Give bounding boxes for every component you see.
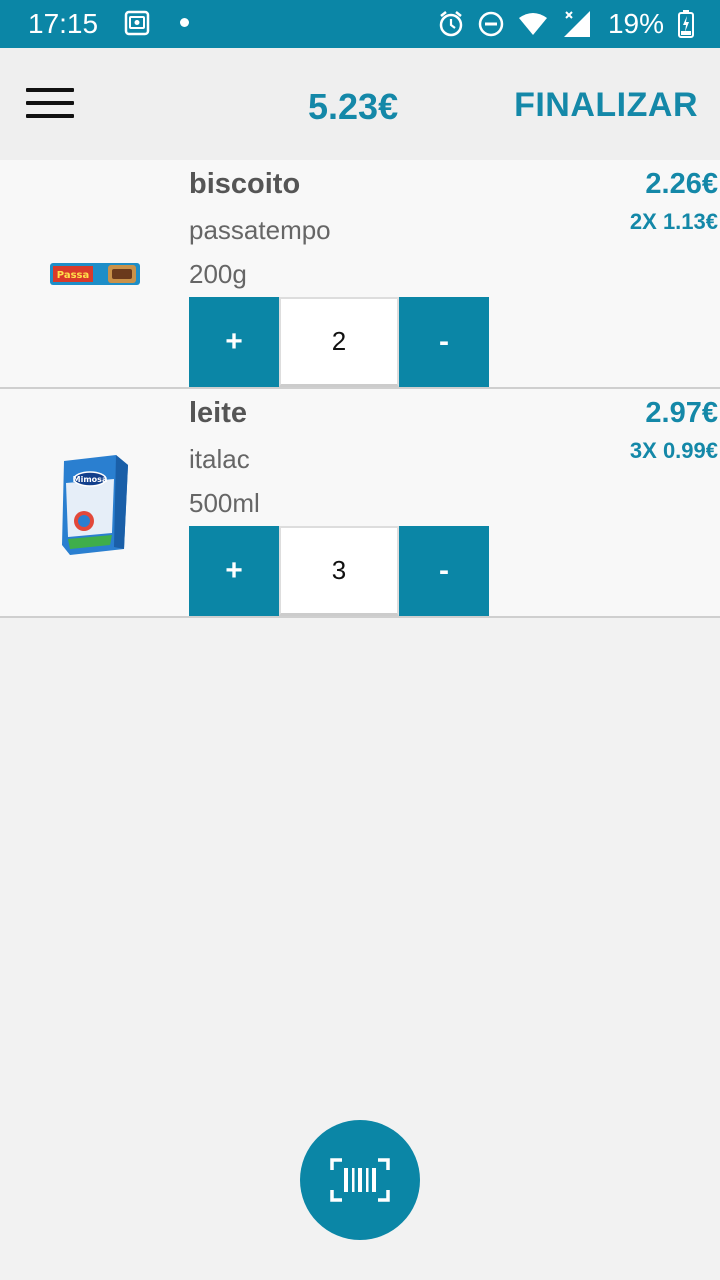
app-bar: 5.23€ FINALIZAR bbox=[0, 48, 720, 160]
barcode-scan-icon bbox=[330, 1158, 390, 1202]
quantity-stepper: + 3 - bbox=[189, 526, 489, 616]
item-total-price: 2.97€ bbox=[645, 397, 718, 429]
finalize-button[interactable]: FINALIZAR bbox=[514, 86, 698, 125]
item-name: biscoito bbox=[189, 168, 301, 200]
decrease-quantity-button[interactable]: - bbox=[399, 526, 489, 616]
screenshot-icon bbox=[124, 10, 150, 36]
status-icons: 19% bbox=[438, 8, 694, 40]
svg-text:Passa: Passa bbox=[57, 270, 89, 281]
status-time: 17:15 bbox=[28, 8, 99, 39]
list-item: Passa biscoito passatempo 200g 2.26€ 2X … bbox=[0, 160, 720, 389]
quantity-field[interactable]: 2 bbox=[279, 297, 399, 387]
cart-list: Passa biscoito passatempo 200g 2.26€ 2X … bbox=[0, 160, 720, 618]
milk-carton-image: Mimosa bbox=[62, 455, 128, 555]
increase-quantity-button[interactable]: + bbox=[189, 297, 279, 387]
quantity-field[interactable]: 3 bbox=[279, 526, 399, 616]
item-total-price: 2.26€ bbox=[645, 168, 718, 200]
alarm-icon bbox=[439, 11, 463, 37]
quantity-stepper: + 2 - bbox=[189, 297, 489, 387]
list-item: Mimosa leite italac 500ml 2.97€ 3X 0.99€… bbox=[0, 389, 720, 618]
battery-percent: 19% bbox=[607, 8, 664, 39]
item-name: leite bbox=[189, 397, 248, 429]
item-size: 500ml bbox=[189, 488, 260, 518]
svg-text:Mimosa: Mimosa bbox=[73, 475, 108, 484]
decrease-quantity-button[interactable]: - bbox=[399, 297, 489, 387]
item-size: 200g bbox=[189, 259, 247, 289]
cookie-package-image: Passa bbox=[50, 263, 140, 285]
signal-icon bbox=[563, 11, 590, 37]
item-brand: italac bbox=[189, 444, 250, 474]
battery-charging-icon bbox=[678, 10, 694, 38]
item-brand: passatempo bbox=[189, 215, 331, 245]
hamburger-menu-icon[interactable] bbox=[26, 88, 74, 124]
item-unit-price: 3X 0.99€ bbox=[629, 438, 718, 463]
do-not-disturb-icon bbox=[478, 11, 504, 37]
notification-dot-icon bbox=[180, 18, 189, 27]
item-unit-price: 2X 1.13€ bbox=[629, 209, 718, 234]
increase-quantity-button[interactable]: + bbox=[189, 526, 279, 616]
wifi-icon bbox=[518, 13, 547, 35]
cart-total: 5.23€ bbox=[308, 86, 399, 127]
scan-barcode-button[interactable] bbox=[300, 1120, 420, 1240]
status-bar: 17:15 19% bbox=[0, 0, 720, 48]
